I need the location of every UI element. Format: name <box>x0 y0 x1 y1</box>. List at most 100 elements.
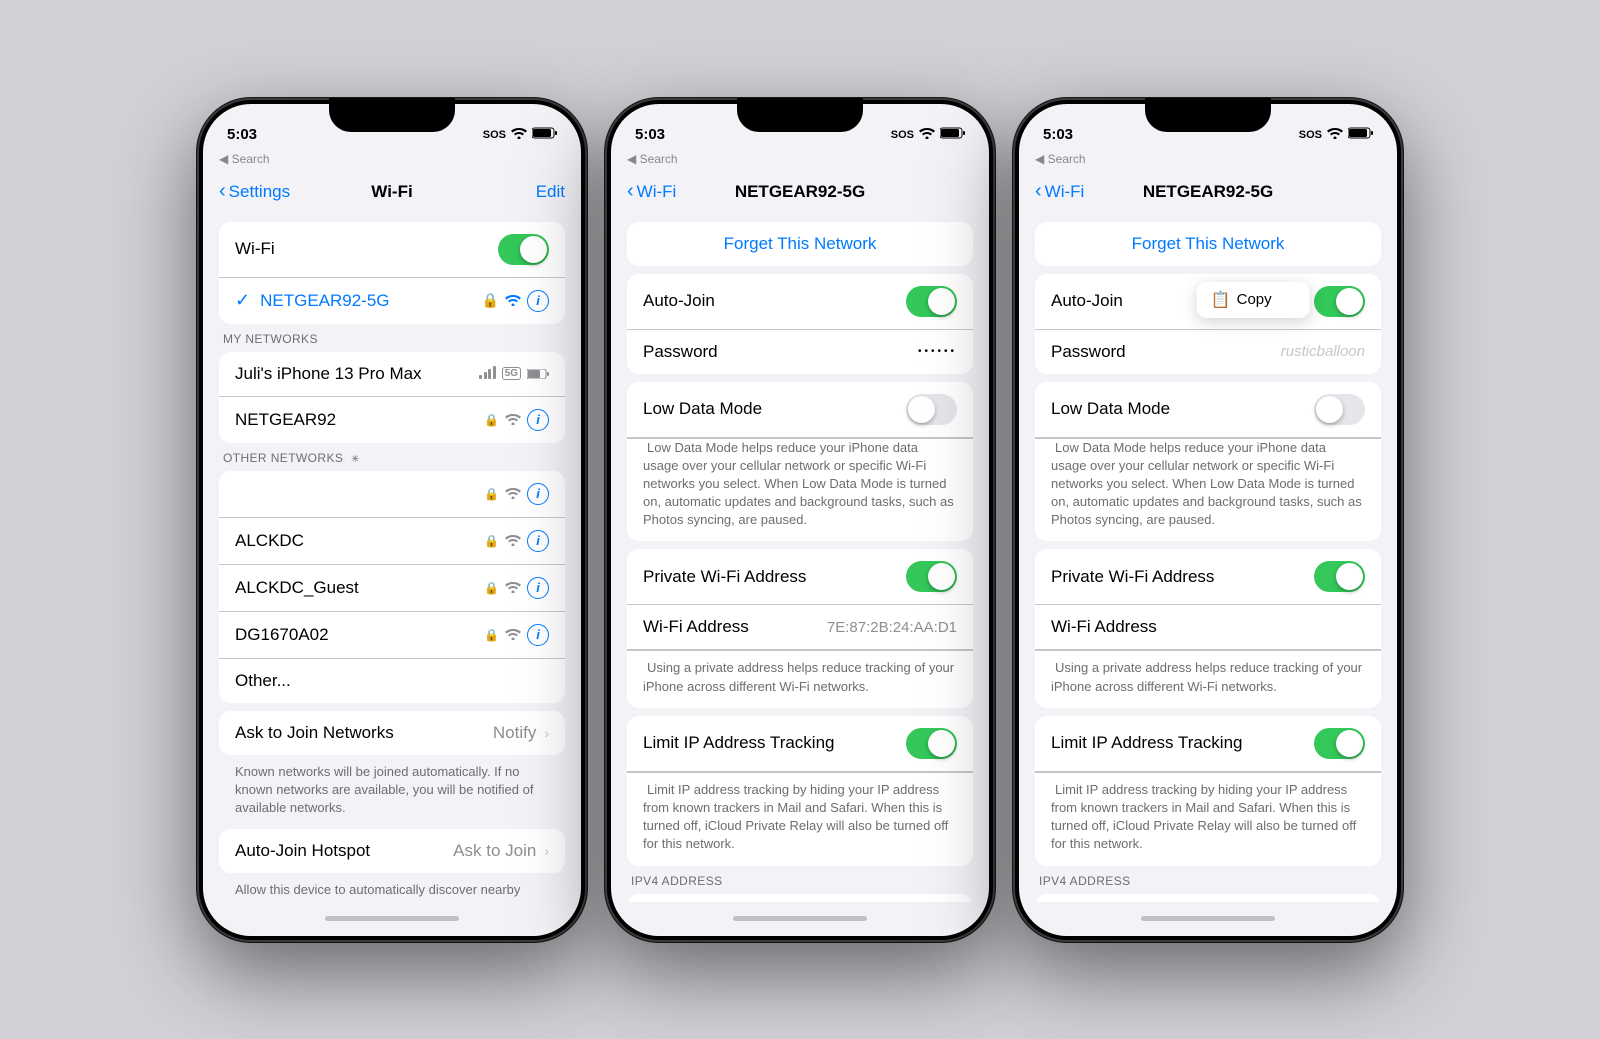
low-data-toggle[interactable] <box>1314 394 1365 425</box>
loading-icon: ✳ <box>351 454 360 465</box>
password-row[interactable]: Password rusticballoon <box>1035 330 1381 374</box>
private-wifi-section: Private Wi-Fi Address Wi-Fi Address Usin… <box>1035 549 1381 707</box>
limit-ip-row[interactable]: Limit IP Address Tracking <box>1035 716 1381 772</box>
content: Wi-Fi ✓ NETGEAR92-5G 🔒 <box>203 214 581 902</box>
copy-label: Copy <box>1237 291 1272 308</box>
wifi-toggle[interactable] <box>498 234 549 265</box>
back-button[interactable]: ‹ Settings <box>219 180 290 203</box>
limit-ip-label: Limit IP Address Tracking <box>1051 733 1314 753</box>
private-wifi-row[interactable]: Private Wi-Fi Address <box>1035 549 1381 605</box>
home-indicator <box>611 902 989 936</box>
network-icons: 🔒 i <box>484 409 549 431</box>
connected-network-row[interactable]: ✓ NETGEAR92-5G 🔒 i <box>219 278 565 324</box>
status-time: 5:03 <box>635 126 665 143</box>
limit-ip-toggle[interactable] <box>906 728 957 759</box>
my-networks-body: Juli's iPhone 13 Pro Max <box>219 352 565 443</box>
autojoin-body: Auto-Join 📋 Copy Password rusticballoon <box>1035 274 1381 374</box>
limit-ip-row[interactable]: Limit IP Address Tracking <box>627 716 973 772</box>
limit-ip-toggle[interactable] <box>1314 728 1365 759</box>
private-wifi-toggle[interactable] <box>1314 561 1365 592</box>
wifi-address-row: Wi-Fi Address 7E:87:2B:24:AA:D1 <box>627 605 973 650</box>
chevron-icon: › <box>544 843 549 859</box>
info-button[interactable]: i <box>527 624 549 646</box>
sos-label: SOS <box>483 129 506 141</box>
battery-icon <box>940 127 965 142</box>
sos-label: SOS <box>891 129 914 141</box>
wifi-icon <box>505 412 521 428</box>
network-name: Juli's iPhone 13 Pro Max <box>235 364 479 384</box>
network-row-dg[interactable]: DG1670A02 🔒 i <box>219 612 565 659</box>
home-bar <box>733 916 867 921</box>
edit-button[interactable]: Edit <box>536 182 565 202</box>
chevron-left-icon: ‹ <box>219 180 226 203</box>
auto-join-hotspot-value: Ask to Join › <box>453 841 549 861</box>
limit-ip-section: Limit IP Address Tracking Limit IP addre… <box>1035 716 1381 866</box>
auto-join-toggle[interactable] <box>1314 286 1365 317</box>
info-button[interactable]: i <box>527 483 549 505</box>
chevron-left-icon: ‹ <box>627 180 634 203</box>
configure-ip-row[interactable]: Configure IP Automatic › <box>1035 894 1381 902</box>
info-button[interactable]: i <box>527 530 549 552</box>
auto-join-row[interactable]: Auto-Join 📋 Copy <box>1035 274 1381 330</box>
password-row[interactable]: Password •••••• <box>627 330 973 374</box>
5g-badge: 5G <box>502 367 521 380</box>
back-button[interactable]: ‹ Wi-Fi <box>1035 180 1084 203</box>
private-wifi-row[interactable]: Private Wi-Fi Address <box>627 549 973 605</box>
network-row-other[interactable]: Other... <box>219 659 565 703</box>
forget-network-button[interactable]: Forget This Network <box>627 222 973 266</box>
wifi-signal-icon <box>919 127 935 142</box>
ask-join-row[interactable]: Ask to Join Networks Notify › <box>219 711 565 755</box>
low-data-toggle[interactable] <box>906 394 957 425</box>
info-button[interactable]: i <box>527 577 549 599</box>
search-subtitle: ◀ Search <box>611 152 989 170</box>
chevron-icon: › <box>544 725 549 741</box>
network-row-alckdc[interactable]: ALCKDC 🔒 i <box>219 518 565 565</box>
ipv4-section: IPV4 ADDRESS Configure IP Automatic › IP… <box>627 874 973 902</box>
low-data-body: Low Data Mode Low Data Mode helps reduce… <box>1035 382 1381 542</box>
wifi-signal-icon <box>1327 127 1343 142</box>
wifi-toggle-row[interactable]: Wi-Fi <box>219 222 565 278</box>
notch <box>329 98 455 132</box>
phone-2: 5:03 SOS ◀ Search ‹ Wi-Fi NETGEAR92-5G <box>605 98 995 942</box>
sos-label: SOS <box>1299 129 1322 141</box>
wifi-icon <box>505 580 521 596</box>
page-title: NETGEAR92-5G <box>735 182 865 202</box>
copy-tooltip[interactable]: 📋 Copy <box>1197 282 1310 318</box>
network-row-netgear92[interactable]: NETGEAR92 🔒 i <box>219 397 565 443</box>
ask-join-body: Ask to Join Networks Notify › <box>219 711 565 755</box>
lock-icon: 🔒 <box>484 487 499 501</box>
ipv4-label: IPV4 ADDRESS <box>1035 874 1381 894</box>
auto-join-label: Auto-Join <box>643 291 906 311</box>
status-time: 5:03 <box>227 126 257 143</box>
auto-join-hotspot-body: Auto-Join Hotspot Ask to Join › <box>219 829 565 873</box>
auto-join-row[interactable]: Auto-Join <box>627 274 973 330</box>
auto-join-toggle[interactable] <box>906 286 957 317</box>
lock-icon: 🔒 <box>484 534 499 548</box>
network-row-julis[interactable]: Juli's iPhone 13 Pro Max <box>219 352 565 397</box>
private-wifi-toggle[interactable] <box>906 561 957 592</box>
other-networks-body: 🔒 i ALCKDC 🔒 <box>219 471 565 703</box>
configure-ip-row[interactable]: Configure IP Automatic › <box>627 894 973 902</box>
info-button[interactable]: i <box>527 290 549 312</box>
auto-join-hotspot-section: Auto-Join Hotspot Ask to Join › Allow th… <box>219 829 565 901</box>
phone-3: 5:03 SOS ◀ Search ‹ Wi-Fi NETGEAR92-5G <box>1013 98 1403 942</box>
back-button[interactable]: ‹ Wi-Fi <box>627 180 676 203</box>
network-row-empty[interactable]: 🔒 i <box>219 471 565 518</box>
info-button[interactable]: i <box>527 409 549 431</box>
copy-doc-icon: 📋 <box>1211 290 1231 310</box>
status-icons: SOS <box>1299 127 1373 142</box>
low-data-desc: Low Data Mode helps reduce your iPhone d… <box>643 436 954 532</box>
low-data-row[interactable]: Low Data Mode <box>627 382 973 438</box>
low-data-label: Low Data Mode <box>643 399 906 419</box>
screen-1: 5:03 SOS ◀ Search ‹ Settings Wi-Fi Edit <box>203 104 581 936</box>
connected-network-name: NETGEAR92-5G <box>260 291 481 311</box>
wifi-address-value: 7E:87:2B:24:AA:D1 <box>827 619 957 636</box>
forget-network-button[interactable]: Forget This Network <box>1035 222 1381 266</box>
low-data-row[interactable]: Low Data Mode <box>1035 382 1381 438</box>
password-value: •••••• <box>918 346 957 357</box>
network-icons: 🔒 i <box>482 290 549 312</box>
private-wifi-body: Private Wi-Fi Address Wi-Fi Address Usin… <box>1035 549 1381 707</box>
lock-icon: 🔒 <box>484 628 499 642</box>
auto-join-hotspot-row[interactable]: Auto-Join Hotspot Ask to Join › <box>219 829 565 873</box>
network-row-alckdc-guest[interactable]: ALCKDC_Guest 🔒 i <box>219 565 565 612</box>
